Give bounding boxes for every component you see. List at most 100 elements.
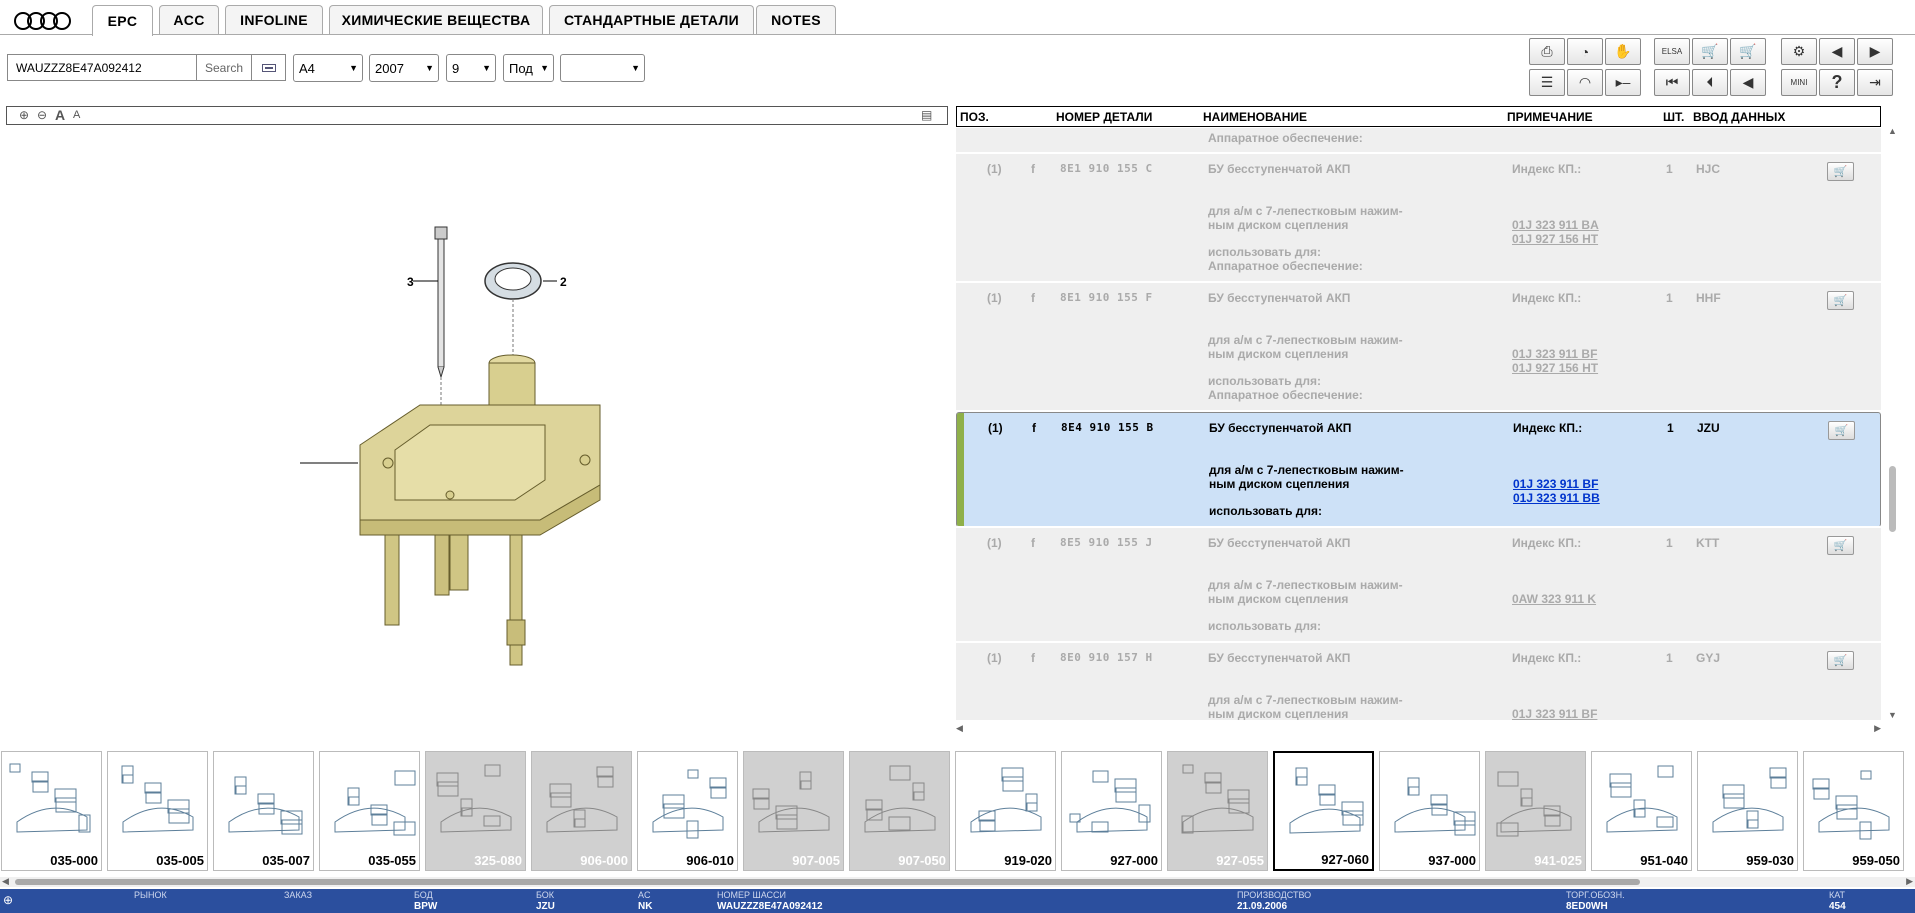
thumbnail-325-080[interactable]: 325-080: [425, 751, 526, 871]
vin-input[interactable]: WAUZZZ8E47A092412: [7, 54, 197, 81]
handshake-icon[interactable]: ✋: [1605, 38, 1641, 65]
keyboard-icon[interactable]: [251, 54, 286, 81]
table-row[interactable]: (1) f 8E0 910 157 H БУ бесступенчатой АК…: [956, 643, 1881, 721]
row-link[interactable]: 0AW 323 911 K: [1512, 592, 1596, 606]
thumbnail-907-050[interactable]: 907-050: [849, 751, 950, 871]
zoom-out-icon[interactable]: ⊖: [37, 108, 47, 122]
first-page-icon[interactable]: ⏮: [1654, 69, 1690, 96]
thumbnail-scrollbar[interactable]: ◀ ▶: [0, 876, 1915, 887]
play-dash-icon[interactable]: ▸–: [1605, 69, 1641, 96]
table-row-selected[interactable]: (1) f 8E4 910 155 B БУ бесступенчатой АК…: [956, 412, 1881, 527]
row-part-number[interactable]: 8E5 910 155 J: [1060, 536, 1153, 550]
scrollbar-thumb[interactable]: [15, 879, 1640, 885]
row-desc-2: ным диском сцепления: [1208, 707, 1349, 721]
add-to-cart-icon[interactable]: 🛒: [1827, 536, 1854, 555]
scroll-left-icon[interactable]: ◀: [2, 876, 9, 887]
search-button[interactable]: Search: [196, 54, 252, 81]
back-icon[interactable]: ◀: [1730, 69, 1766, 96]
col-pos[interactable]: ПОЗ.: [960, 110, 989, 124]
thumbnail-927-060[interactable]: 927-060: [1273, 751, 1374, 871]
thumbnail-951-040[interactable]: 951-040: [1591, 751, 1692, 871]
previous-icon[interactable]: ⏴: [1692, 69, 1728, 96]
table-horizontal-scrollbar[interactable]: ◀ ▶: [956, 723, 1881, 737]
add-to-cart-icon[interactable]: 🛒: [1828, 421, 1855, 440]
row-link[interactable]: 01J 323 911 BF: [1513, 477, 1598, 491]
cart-list-icon[interactable]: 🛒: [1692, 38, 1728, 65]
settings-gears-icon[interactable]: ⚙: [1781, 38, 1817, 65]
thumbnail-035-000[interactable]: 035-000: [1, 751, 102, 871]
tab-chemicals[interactable]: ХИМИЧЕСКИЕ ВЕЩЕСТВА: [329, 5, 543, 34]
col-name[interactable]: НАИМЕНОВАНИЕ: [1203, 110, 1307, 124]
thumbnail-937-000[interactable]: 937-000: [1379, 751, 1480, 871]
thumbnail-906-010[interactable]: 906-010: [637, 751, 738, 871]
thumbnail-035-055[interactable]: 035-055: [319, 751, 420, 871]
status-label-bok: БОК: [536, 890, 555, 900]
page-back-icon[interactable]: ◀: [1819, 38, 1855, 65]
scroll-up-icon[interactable]: ▲: [1888, 126, 1897, 136]
tab-standard-parts[interactable]: СТАНДАРТНЫЕ ДЕТАЛИ: [549, 5, 754, 34]
subgroup-select[interactable]: Под ▼: [503, 54, 554, 82]
thumbnail-035-007[interactable]: 035-007: [213, 751, 314, 871]
exit-icon[interactable]: ⇥: [1857, 69, 1893, 96]
extra-select[interactable]: ▼: [560, 54, 645, 82]
globe-icon[interactable]: ⊕: [3, 893, 13, 907]
thumbnail-959-030[interactable]: 959-030: [1697, 751, 1798, 871]
thumbnail-919-020[interactable]: 919-020: [955, 751, 1056, 871]
thumbnail-959-050[interactable]: 959-050: [1803, 751, 1904, 871]
row-link[interactable]: 01J 323 911 BA: [1512, 218, 1599, 232]
elsa-icon[interactable]: ELSA: [1654, 38, 1690, 65]
thumbnail-035-005[interactable]: 035-005: [107, 751, 208, 871]
table-row[interactable]: (1) f 8E1 910 155 C БУ бесступенчатой АК…: [956, 154, 1881, 282]
group-select[interactable]: 9 ▼: [446, 54, 496, 82]
cart-icon[interactable]: 🛒: [1730, 38, 1766, 65]
add-to-cart-icon[interactable]: 🛒: [1827, 291, 1854, 310]
page-forward-icon[interactable]: ▶: [1857, 38, 1893, 65]
font-smaller-icon[interactable]: A: [73, 109, 80, 121]
tachometer-icon[interactable]: ◔: [1567, 38, 1603, 65]
scroll-right-icon[interactable]: ▶: [1906, 876, 1913, 887]
mini-icon[interactable]: MINI: [1781, 69, 1817, 96]
thumbnail-927-000[interactable]: 927-000: [1061, 751, 1162, 871]
year-select[interactable]: 2007 ▼: [369, 54, 439, 82]
scroll-right-icon[interactable]: ▶: [1874, 723, 1881, 734]
scrollbar-thumb[interactable]: [1889, 466, 1896, 532]
table-vertical-scrollbar[interactable]: ▲ ▼: [1885, 126, 1899, 722]
row-link[interactable]: 01J 323 911 BB: [1513, 491, 1600, 505]
col-qty[interactable]: ШТ.: [1663, 110, 1684, 124]
font-larger-icon[interactable]: A: [55, 107, 65, 123]
row-link[interactable]: 01J 323 911 BF: [1512, 347, 1597, 361]
thumbnail-906-000[interactable]: 906-000: [531, 751, 632, 871]
print-icon[interactable]: ⎙: [1529, 38, 1565, 65]
gauge-icon[interactable]: ◠: [1567, 69, 1603, 96]
table-row[interactable]: (1) f 8E1 910 155 F БУ бесступенчатой АК…: [956, 283, 1881, 411]
row-part-number[interactable]: 8E0 910 157 H: [1060, 651, 1153, 665]
help-icon[interactable]: ?: [1819, 69, 1855, 96]
thumbnail-927-055[interactable]: 927-055: [1167, 751, 1268, 871]
add-to-cart-icon[interactable]: 🛒: [1827, 162, 1854, 181]
row-link[interactable]: 01J 927 156 HT: [1512, 232, 1598, 246]
row-part-number[interactable]: 8E4 910 155 B: [1061, 421, 1154, 435]
scroll-down-icon[interactable]: ▼: [1888, 710, 1897, 720]
row-link[interactable]: 01J 323 911 BF: [1512, 707, 1597, 720]
tab-notes[interactable]: NOTES: [756, 5, 836, 34]
tab-acc[interactable]: ACC: [159, 5, 219, 34]
tab-infoline[interactable]: INFOLINE: [225, 5, 323, 34]
row-part-number[interactable]: 8E1 910 155 F: [1060, 291, 1153, 305]
thumbnail-907-005[interactable]: 907-005: [743, 751, 844, 871]
col-part-number[interactable]: НОМЕР ДЕТАЛИ: [1056, 110, 1152, 124]
add-to-cart-icon[interactable]: 🛒: [1827, 651, 1854, 670]
row-link[interactable]: 01J 927 156 HT: [1512, 361, 1598, 375]
col-data-entry[interactable]: ВВОД ДАННЫХ: [1693, 110, 1785, 124]
list-view-icon[interactable]: ☰: [1529, 69, 1565, 96]
tab-epc[interactable]: EPC: [92, 5, 153, 36]
table-row-partial[interactable]: Аппаратное обеспечение:: [956, 128, 1881, 153]
zoom-in-icon[interactable]: ⊕: [19, 108, 29, 122]
scroll-left-icon[interactable]: ◀: [956, 723, 963, 734]
col-note[interactable]: ПРИМЕЧАНИЕ: [1507, 110, 1593, 124]
row-part-number[interactable]: 8E1 910 155 C: [1060, 162, 1153, 176]
model-select[interactable]: A4 ▼: [293, 54, 363, 82]
thumbnail-941-025[interactable]: 941-025: [1485, 751, 1586, 871]
layout-toggle-icon[interactable]: ▤: [921, 108, 932, 122]
table-row[interactable]: (1) f 8E5 910 155 J БУ бесступенчатой АК…: [956, 528, 1881, 642]
row-hw: Аппаратное обеспечение:: [1208, 259, 1363, 273]
